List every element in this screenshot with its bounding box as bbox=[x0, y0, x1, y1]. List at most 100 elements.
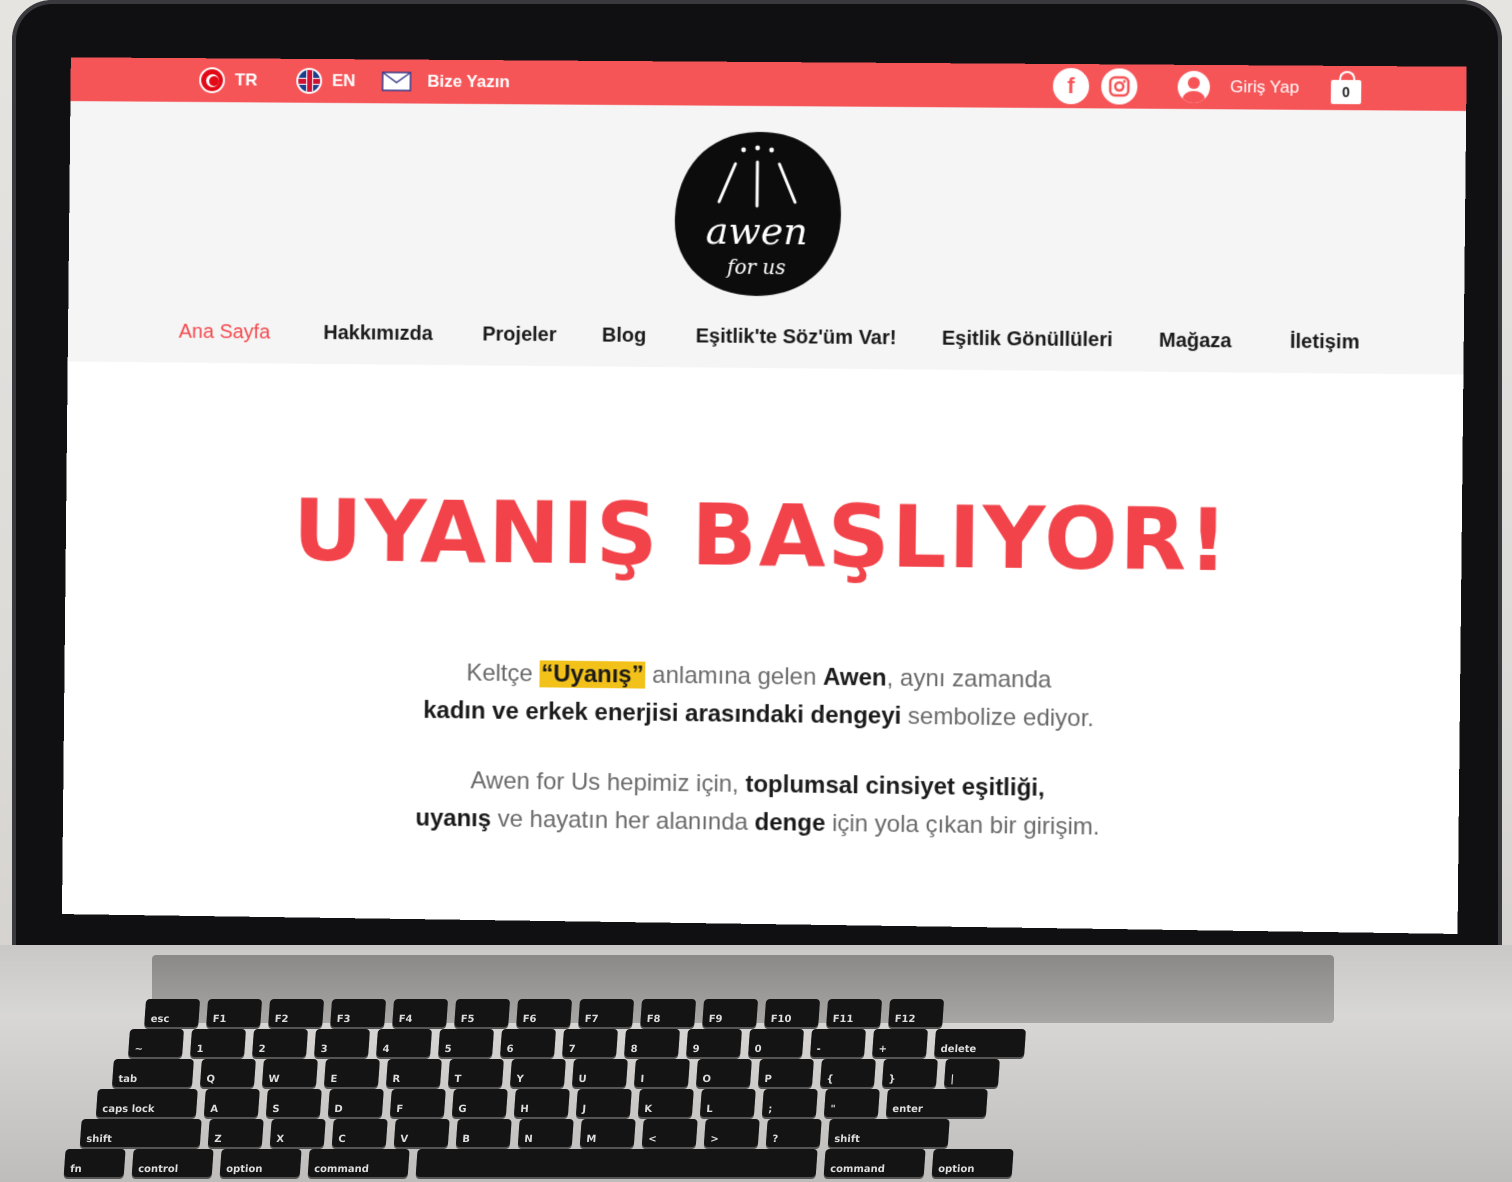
logo-wordmark: awen bbox=[705, 208, 808, 253]
nav-equality-voice[interactable]: Eşitlik'te Söz'üm Var! bbox=[696, 325, 897, 350]
facebook-icon[interactable]: f bbox=[1053, 68, 1090, 104]
key: F6 bbox=[516, 999, 572, 1027]
key: V bbox=[394, 1119, 450, 1147]
laptop-screen: TR EN Bize Yazın f Giriş Yap 0 awen for … bbox=[62, 57, 1467, 934]
nav-projects[interactable]: Projeler bbox=[482, 323, 556, 347]
login-link[interactable]: Giriş Yap bbox=[1230, 65, 1299, 110]
key: ? bbox=[766, 1119, 822, 1147]
key: 0 bbox=[748, 1029, 804, 1057]
key: F4 bbox=[392, 999, 448, 1027]
login-label: Giriş Yap bbox=[1230, 77, 1299, 98]
key: delete bbox=[934, 1029, 1026, 1057]
key: control bbox=[132, 1149, 214, 1177]
key: ; bbox=[762, 1089, 818, 1117]
key: N bbox=[518, 1119, 574, 1147]
key: 7 bbox=[562, 1029, 618, 1057]
key: F12 bbox=[888, 999, 944, 1027]
turkey-flag-icon bbox=[199, 67, 225, 93]
key: Z bbox=[208, 1119, 264, 1147]
key: { bbox=[820, 1059, 876, 1087]
key: 2 bbox=[252, 1029, 308, 1057]
key: | bbox=[944, 1059, 1000, 1087]
main-nav: Ana Sayfa Hakkımızda Projeler Blog Eşitl… bbox=[68, 312, 1464, 365]
key: J bbox=[576, 1089, 632, 1117]
cart-count: 0 bbox=[1331, 80, 1362, 104]
keyboard-row-numbers: ~1 2 3 4 5 6 7 8 9 0- + delete bbox=[128, 1029, 1026, 1057]
key: fn bbox=[64, 1149, 126, 1177]
keyboard-row-function: esc F1 F2 F3 F4 F5 F6 F7 F8 F9 F10 F11 F12 bbox=[144, 999, 944, 1027]
user-icon[interactable] bbox=[1178, 71, 1211, 103]
keyboard-row-home: caps lock A S D F G H J K L; " enter bbox=[96, 1089, 988, 1117]
awen-logo[interactable]: awen for us bbox=[668, 125, 846, 302]
key: S bbox=[266, 1089, 322, 1117]
key: 4 bbox=[376, 1029, 432, 1057]
uk-flag-icon bbox=[296, 68, 322, 94]
nav-about[interactable]: Hakkımızda bbox=[323, 322, 433, 346]
key: F5 bbox=[454, 999, 510, 1027]
cart-button[interactable]: 0 bbox=[1331, 70, 1362, 104]
key: 6 bbox=[500, 1029, 556, 1057]
key: > bbox=[704, 1119, 760, 1147]
key: U bbox=[572, 1059, 628, 1087]
keyboard-row-shift: shift Z X C V B N M < >? shift bbox=[80, 1119, 950, 1147]
hero-section: UYANIŞ BAŞLIYOR! Keltçe “Uyanış” anlamın… bbox=[62, 361, 1463, 933]
key: shift bbox=[80, 1119, 202, 1147]
nav-equality-volunteers[interactable]: Eşitlik Gönüllüleri bbox=[942, 328, 1113, 353]
keyboard: esc F1 F2 F3 F4 F5 F6 F7 F8 F9 F10 F11 F12 ~1 2 3 4 5 6 7 8… bbox=[34, 995, 1337, 1177]
nav-shop[interactable]: Mağaza bbox=[1159, 330, 1232, 354]
key: F1 bbox=[206, 999, 262, 1027]
highlight-uyanis: “Uyanış” bbox=[539, 660, 646, 688]
key: D bbox=[328, 1089, 384, 1117]
key: Q bbox=[200, 1059, 256, 1087]
key: tab bbox=[112, 1059, 194, 1087]
key: enter bbox=[886, 1089, 988, 1117]
key: 5 bbox=[438, 1029, 494, 1057]
key: caps lock bbox=[96, 1089, 198, 1117]
key: B bbox=[456, 1119, 512, 1147]
lang-en-label: EN bbox=[332, 71, 356, 91]
hero-paragraph-2: Awen for Us hepimiz için, toplumsal cins… bbox=[63, 757, 1459, 851]
key: W bbox=[262, 1059, 318, 1087]
keyboard-row-bottom: fn control option command command option bbox=[64, 1149, 1014, 1177]
contact-label: Bize Yazın bbox=[427, 72, 510, 93]
key: T bbox=[448, 1059, 504, 1087]
key: command bbox=[308, 1149, 410, 1177]
instagram-icon[interactable] bbox=[1101, 68, 1138, 104]
key: } bbox=[882, 1059, 938, 1087]
contact-link[interactable]: Bize Yazın bbox=[381, 59, 510, 104]
key: F8 bbox=[640, 999, 696, 1027]
key: X bbox=[270, 1119, 326, 1147]
lang-en-link[interactable]: EN bbox=[296, 59, 356, 103]
key: F7 bbox=[578, 999, 634, 1027]
hero-paragraph-1: Keltçe “Uyanış” anlamına gelen Awen, ayn… bbox=[64, 650, 1460, 743]
key: O bbox=[696, 1059, 752, 1087]
key: I bbox=[634, 1059, 690, 1087]
key: F2 bbox=[268, 999, 324, 1027]
nav-blog[interactable]: Blog bbox=[602, 325, 647, 348]
logo-tagline: for us bbox=[725, 256, 786, 280]
key: E bbox=[324, 1059, 380, 1087]
keyboard-row-qwerty: tab Q W E R T Y U I O P{} | bbox=[112, 1059, 1000, 1087]
nav-contact[interactable]: İletişim bbox=[1290, 331, 1360, 355]
key: option bbox=[932, 1149, 1014, 1177]
key: L bbox=[700, 1089, 756, 1117]
lang-tr-link[interactable]: TR bbox=[199, 58, 258, 102]
key bbox=[416, 1149, 818, 1177]
key: F3 bbox=[330, 999, 386, 1027]
key: A bbox=[204, 1089, 260, 1117]
key: K bbox=[638, 1089, 694, 1117]
key: R bbox=[386, 1059, 442, 1087]
hero-title: UYANIŞ BAŞLIYOR! bbox=[65, 479, 1462, 594]
key: - bbox=[810, 1029, 866, 1057]
key: command bbox=[824, 1149, 926, 1177]
key: F9 bbox=[702, 999, 758, 1027]
key: P bbox=[758, 1059, 814, 1087]
nav-home[interactable]: Ana Sayfa bbox=[179, 321, 271, 345]
key: F10 bbox=[764, 999, 820, 1027]
key: Y bbox=[510, 1059, 566, 1087]
key: ~ bbox=[128, 1029, 184, 1057]
key: 8 bbox=[624, 1029, 680, 1057]
mail-icon bbox=[382, 71, 412, 91]
key: + bbox=[872, 1029, 928, 1057]
key: < bbox=[642, 1119, 698, 1147]
